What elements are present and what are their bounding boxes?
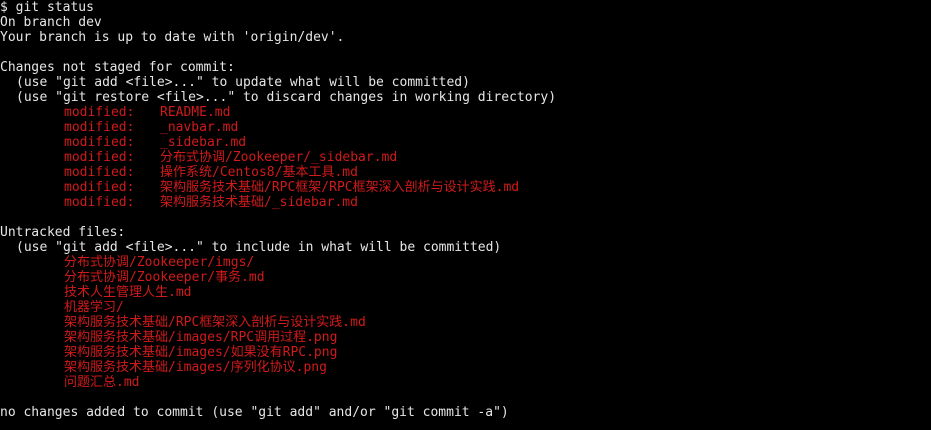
branch-line: On branch dev xyxy=(0,15,102,30)
status-label: modified: xyxy=(64,150,135,165)
untracked-file: 机器学习/ xyxy=(64,300,124,315)
untracked-file: 技术人生管理人生.md xyxy=(64,285,192,300)
footer-message: no changes added to commit (use "git add… xyxy=(0,405,509,420)
untracked-file: 问题汇总.md xyxy=(64,375,140,390)
file-path: 架构服务技术基础/RPC框架/RPC框架深入剖析与设计实践.md xyxy=(160,180,520,195)
modified-file-line: modified: 分布式协调/Zookeeper/_sidebar.md xyxy=(0,150,931,165)
file-path: _navbar.md xyxy=(160,120,239,135)
not-staged-header: Changes not staged for commit: xyxy=(0,60,235,75)
file-path: 分布式协调/Zookeeper/_sidebar.md xyxy=(160,150,398,165)
not-staged-hint: (use "git add <file>..." to update what … xyxy=(16,75,470,90)
status-label: modified: xyxy=(64,135,135,150)
modified-file-line: modified: README.md xyxy=(0,105,931,120)
status-label: modified: xyxy=(64,195,135,210)
modified-file-line: modified: 操作系统/Centos8/基本工具.md xyxy=(0,165,931,180)
terminal-window[interactable]: $ git status On branch dev Your branch i… xyxy=(0,0,931,430)
modified-file-line: modified: _sidebar.md xyxy=(0,135,931,150)
untracked-file: 架构服务技术基础/RPC框架深入剖析与设计实践.md xyxy=(64,315,366,330)
untracked-file: 分布式协调/Zookeeper/事务.md xyxy=(64,270,265,285)
status-label: modified: xyxy=(64,120,135,135)
upstream-line: Your branch is up to date with 'origin/d… xyxy=(0,30,345,45)
status-label: modified: xyxy=(64,180,135,195)
file-path: 架构服务技术基础/_sidebar.md xyxy=(160,195,358,210)
status-label: modified: xyxy=(64,165,135,180)
modified-file-line: modified: 架构服务技术基础/RPC框架/RPC框架深入剖析与设计实践.m… xyxy=(0,180,931,195)
file-path: _sidebar.md xyxy=(160,135,247,150)
not-staged-hint: (use "git restore <file>..." to discard … xyxy=(16,90,557,105)
file-path: 操作系统/Centos8/基本工具.md xyxy=(160,165,358,180)
untracked-file: 架构服务技术基础/images/序列化协议.png xyxy=(64,360,327,375)
untracked-hint: (use "git add <file>..." to include in w… xyxy=(16,240,502,255)
untracked-file: 分布式协调/Zookeeper/imgs/ xyxy=(64,255,255,270)
untracked-file: 架构服务技术基础/images/如果没有RPC.png xyxy=(64,345,338,360)
modified-file-line: modified: _navbar.md xyxy=(0,120,931,135)
untracked-file: 架构服务技术基础/images/RPC调用过程.png xyxy=(64,330,338,345)
modified-file-line: modified: 架构服务技术基础/_sidebar.md xyxy=(0,195,931,210)
command-prompt: $ git status xyxy=(0,0,94,15)
file-path: README.md xyxy=(160,105,231,120)
untracked-header: Untracked files: xyxy=(0,225,126,240)
status-label: modified: xyxy=(64,105,135,120)
